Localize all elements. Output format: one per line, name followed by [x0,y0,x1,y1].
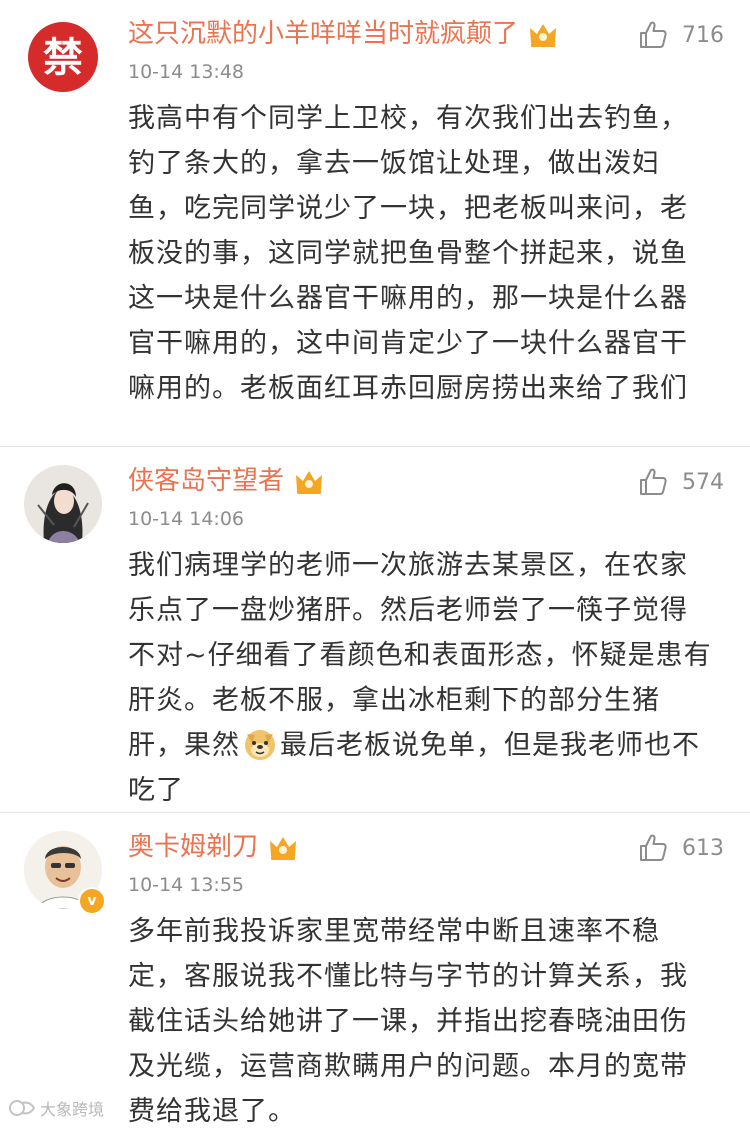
timestamp: 10-14 13:48 [128,61,245,83]
comment-item: v 奥卡姆剃刀 10-14 13:55 613 多年前我投诉家里宽带经常中断且速… [0,813,750,1127]
like-button[interactable]: 613 [638,833,724,863]
comment-item: 禁 这只沉默的小羊咩咩当时就疯颠了 10-14 13:48 716 我高中有个同… [0,0,750,447]
like-count: 613 [682,835,724,861]
watermark-text: 大象跨境 [40,1100,105,1119]
svg-text:禁: 禁 [43,35,83,81]
username[interactable]: 奥卡姆剃刀 [128,827,298,867]
watermark-logo-icon [9,1100,36,1116]
like-button[interactable]: 716 [638,20,724,50]
username[interactable]: 侠客岛守望者 [128,461,324,501]
comment-item: 侠客岛守望者 10-14 14:06 574 我们病理学的老师一次旅游去某景区，… [0,447,750,813]
verified-badge-icon: v [78,887,106,915]
username-text[interactable]: 侠客岛守望者 [128,466,284,496]
comment-text: 多年前我投诉家里宽带经常中断且速率不稳定，客服说我不懂比特与字节的计算关系，我截… [128,916,688,1127]
timestamp: 10-14 13:55 [128,874,245,896]
crown-icon [270,836,297,860]
username[interactable]: 这只沉默的小羊咩咩当时就疯颠了 [128,14,558,54]
username-text[interactable]: 这只沉默的小羊咩咩当时就疯颠了 [128,19,518,49]
username-text[interactable]: 奥卡姆剃刀 [128,832,258,862]
like-count: 716 [682,22,724,48]
thumbs-up-icon [640,21,667,48]
like-count: 574 [682,469,724,495]
crown-icon [530,23,557,47]
thumbs-up-icon [640,468,667,495]
avatar[interactable]: 禁 [24,18,102,96]
watermark: 大象跨境 [8,1096,104,1120]
comment-text: 我高中有个同学上卫校，有次我们出去钓鱼，钓了条大的，拿去一饭馆让处理，做出泼妇鱼… [128,103,688,404]
avatar[interactable] [24,465,102,543]
doge-emoji-icon [245,730,275,760]
timestamp: 10-14 14:06 [128,508,245,530]
crown-icon [296,470,323,494]
thumbs-up-icon [640,834,667,861]
comment-text: 我们病理学的老师一次旅游去某景区，在农家乐点了一盘炒猪肝。然后老师尝了一筷子觉得… [128,543,713,813]
like-button[interactable]: 574 [638,467,724,497]
